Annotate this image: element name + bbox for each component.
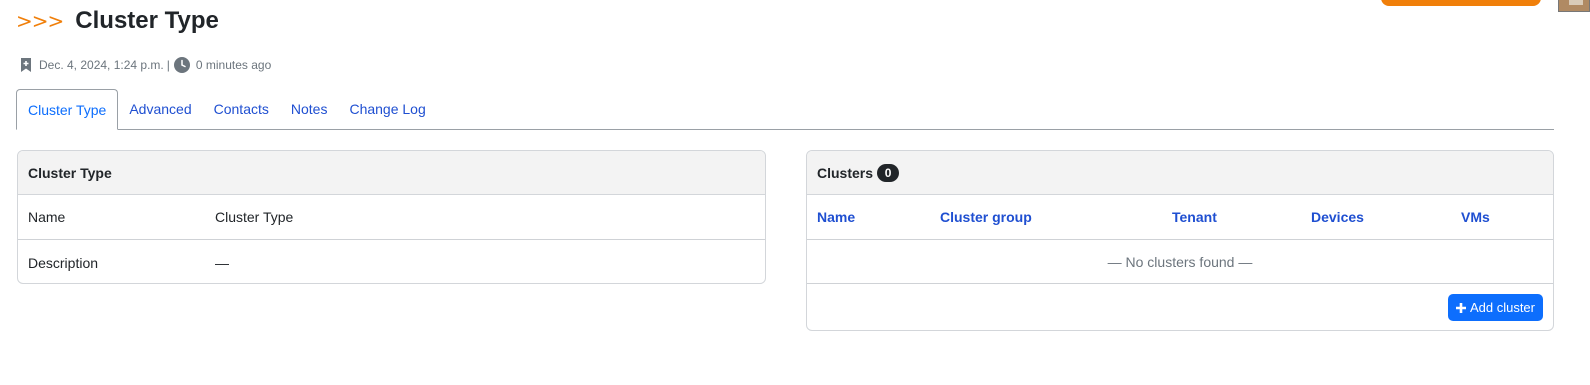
- attribute-label: Description: [28, 254, 99, 271]
- created-timestamp: Dec. 4, 2024, 1:24 p.m.: [39, 58, 164, 72]
- clusters-count-badge: 0: [877, 163, 900, 182]
- tab-contacts[interactable]: Contacts: [203, 88, 280, 129]
- breadcrumb-marker: >>>: [16, 9, 64, 33]
- add-cluster-button[interactable]: Add cluster: [1447, 294, 1543, 321]
- top-banner-strip: [1381, 0, 1541, 6]
- clock-icon: [173, 57, 190, 73]
- page: >>> Cluster Type Dec. 4, 2024, 1:24 p.m.…: [0, 0, 1590, 385]
- tab-cluster-type[interactable]: Cluster Type: [16, 89, 119, 130]
- add-cluster-label: Add cluster: [1469, 300, 1535, 315]
- cluster-type-details-card: Cluster Type Name Cluster Type Descripti…: [17, 150, 766, 284]
- clusters-table-header: Name Cluster group Tenant Devices VMs: [807, 195, 1553, 240]
- clusters-card: Clusters 0 Name Cluster group Tenant Dev…: [806, 150, 1554, 331]
- page-title: Cluster Type: [75, 7, 219, 34]
- column-header-devices[interactable]: Devices: [1311, 209, 1461, 225]
- card-footer: Add cluster: [807, 284, 1553, 330]
- column-header-tenant[interactable]: Tenant: [1172, 209, 1311, 225]
- column-header-name[interactable]: Name: [817, 209, 940, 225]
- tab-change-log[interactable]: Change Log: [338, 88, 436, 129]
- attribute-row-description: Description —: [18, 240, 765, 283]
- attribute-row-name: Name Cluster Type: [18, 195, 765, 240]
- timestamp-separator: |: [166, 58, 170, 72]
- plus-icon: [1455, 302, 1467, 314]
- bookmark-plus-icon: [20, 58, 32, 72]
- tab-notes[interactable]: Notes: [280, 88, 339, 129]
- attribute-value: —: [215, 254, 229, 271]
- attribute-value: Cluster Type: [215, 209, 294, 225]
- object-tabs: Cluster Type Advanced Contacts Notes Cha…: [16, 89, 1554, 130]
- card-title: Cluster Type: [18, 151, 765, 195]
- user-avatar-thumbnail[interactable]: [1558, 0, 1590, 12]
- card-title: Clusters: [817, 164, 874, 181]
- object-timestamps: Dec. 4, 2024, 1:24 p.m. | 0 minutes ago: [20, 56, 271, 74]
- column-header-cluster-group[interactable]: Cluster group: [940, 209, 1172, 225]
- updated-relative-time: 0 minutes ago: [195, 58, 272, 72]
- empty-table-message: — No clusters found —: [807, 240, 1553, 284]
- clusters-card-header: Clusters 0: [807, 151, 1553, 195]
- page-header: >>> Cluster Type: [16, 4, 219, 38]
- column-header-vms[interactable]: VMs: [1461, 209, 1490, 225]
- attribute-label: Name: [28, 209, 66, 225]
- tab-advanced[interactable]: Advanced: [118, 88, 202, 129]
